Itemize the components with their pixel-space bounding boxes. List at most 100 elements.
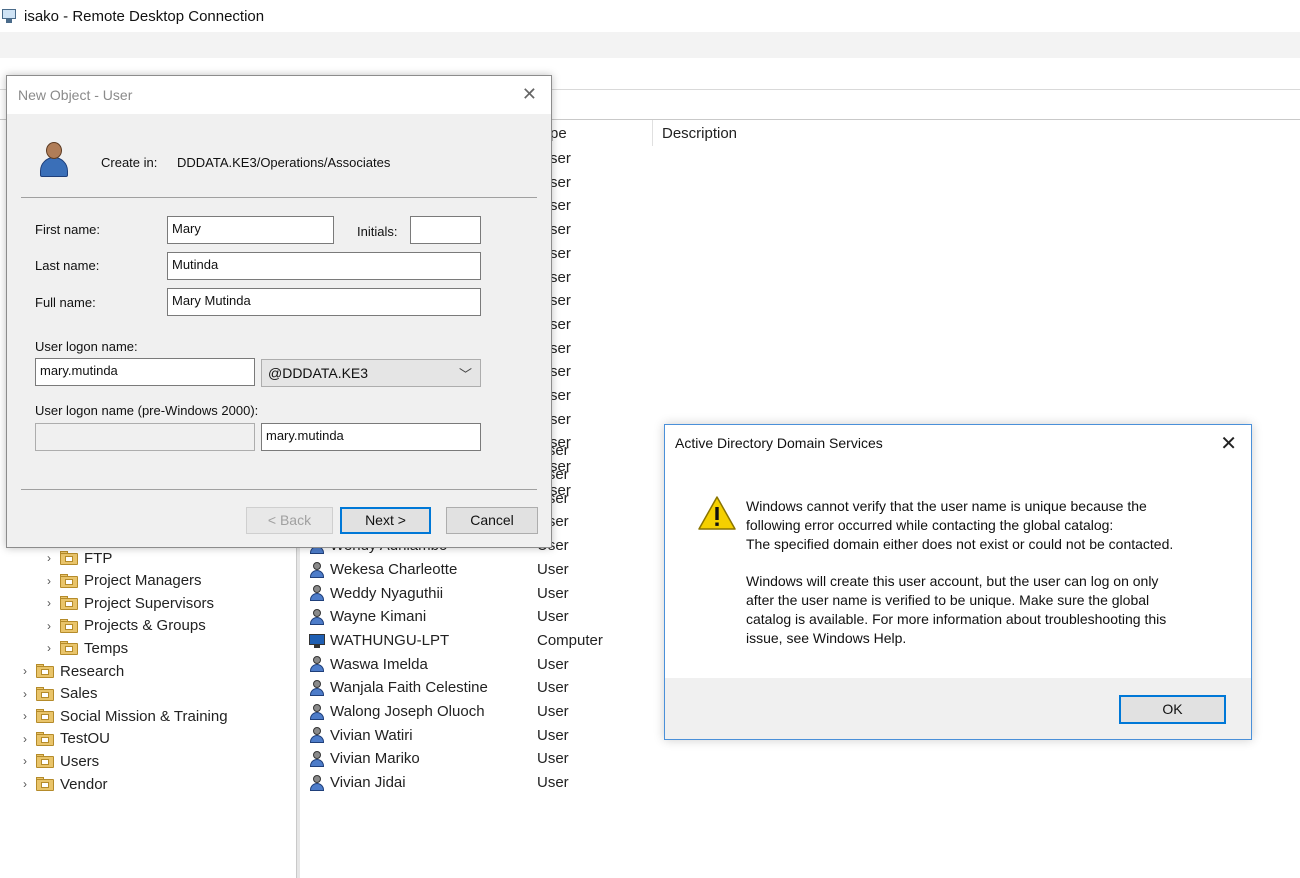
tree-item-label: Project Supervisors: [84, 594, 215, 612]
user-icon: [308, 750, 326, 768]
tree-item-label: Sales: [60, 685, 98, 703]
pre-windows-2000-label: User logon name (pre-Windows 2000):: [35, 403, 259, 418]
alert-message-line: following error occurred while contactin…: [746, 517, 1114, 533]
tree-item[interactable]: › FTP: [42, 547, 112, 569]
ou-folder-icon: [60, 618, 78, 633]
chevron-right-icon[interactable]: ›: [18, 732, 32, 746]
alert-message: Windows cannot verify that the user name…: [746, 497, 1216, 648]
remote-desktop-area: ⌄Operations›Associates›Cruise LPT›DocWiz…: [0, 32, 1300, 878]
tree-item[interactable]: › Social Mission & Training: [18, 705, 228, 727]
ou-folder-icon: [60, 596, 78, 611]
chevron-right-icon[interactable]: ›: [42, 596, 56, 610]
alert-message-line: issue, see Windows Help.: [746, 630, 907, 646]
list-cell-name: Wekesa Charleotte: [330, 560, 458, 578]
user-icon: [37, 140, 73, 180]
full-name-label: Full name:: [35, 295, 96, 310]
user-icon: [308, 561, 326, 579]
tree-item[interactable]: › Research: [18, 660, 124, 682]
list-cell-name: Vivian Jidai: [330, 774, 406, 792]
list-cell-type: User: [537, 584, 569, 602]
tree-item-label: FTP: [84, 549, 113, 567]
column-separator[interactable]: [652, 120, 653, 146]
column-header-description-label: Description: [662, 124, 738, 142]
column-header-type[interactable]: pe: [550, 120, 567, 146]
tree-item[interactable]: › Projects & Groups: [42, 615, 206, 637]
tree-item[interactable]: › Sales: [18, 683, 98, 705]
aduc-titlebar: [0, 32, 1300, 58]
cancel-button[interactable]: Cancel: [446, 507, 538, 534]
remote-desktop-icon: [0, 7, 18, 25]
list-cell-name: Walong Joseph Oluoch: [330, 703, 485, 721]
list-cell-name: Weddy Nyaguthii: [330, 584, 444, 602]
ou-folder-icon: [36, 709, 54, 724]
user-icon: [308, 703, 326, 721]
next-button[interactable]: Next >: [340, 507, 431, 534]
close-icon[interactable]: ✕: [1220, 431, 1237, 456]
chevron-down-icon: ﹀: [458, 367, 472, 382]
chevron-right-icon[interactable]: ›: [42, 619, 56, 633]
upn-suffix-dropdown[interactable]: @DDDATA.KE3 ﹀: [261, 359, 481, 387]
ou-folder-icon: [60, 641, 78, 656]
tree-item-label: Research: [60, 662, 125, 680]
first-name-label: First name:: [35, 222, 101, 237]
tree-item[interactable]: › Project Managers: [42, 570, 202, 592]
chevron-right-icon[interactable]: ›: [42, 641, 56, 655]
back-button[interactable]: < Back: [246, 507, 333, 534]
first-name-field[interactable]: Mary: [167, 216, 334, 244]
list-cell-type: User: [537, 750, 569, 768]
last-name-field[interactable]: Mutinda: [167, 252, 481, 280]
user-icon: [308, 774, 326, 792]
ou-folder-icon: [36, 777, 54, 791]
initials-field[interactable]: [410, 216, 481, 244]
list-cell-type: User: [537, 608, 569, 626]
tree-item[interactable]: › TestOU: [18, 728, 110, 750]
list-cell-type: ser: [550, 339, 571, 357]
list-cell-type: ser: [550, 221, 571, 239]
ok-button[interactable]: OK: [1119, 695, 1226, 724]
pre-windows-2000-logon-field[interactable]: mary.mutinda: [261, 423, 481, 451]
separator: [21, 489, 537, 490]
tree-item-label: Social Mission & Training: [60, 707, 228, 725]
tree-item-label: Projects & Groups: [84, 617, 206, 635]
alert-message-line: The specified domain either does not exi…: [746, 536, 1174, 552]
list-cell-type: ser: [550, 292, 571, 310]
close-icon[interactable]: ✕: [522, 84, 537, 105]
list-item[interactable]: Vivian Mariko User: [300, 747, 1000, 771]
full-name-field[interactable]: Mary Mutinda: [167, 288, 481, 316]
last-name-label: Last name:: [35, 258, 100, 273]
dialog-titlebar: New Object - User ✕: [7, 76, 551, 114]
list-cell-name: WATHUNGU-LPT: [330, 631, 450, 649]
list-item[interactable]: Vivian Jidai User: [300, 771, 1000, 795]
list-cell-type: User: [537, 655, 569, 673]
tree-item-label: Users: [60, 752, 100, 770]
chevron-right-icon[interactable]: ›: [18, 687, 32, 701]
list-cell-type: ser: [550, 363, 571, 381]
list-cell-name: Wanjala Faith Celestine: [330, 679, 488, 697]
list-cell-type: User: [537, 726, 569, 744]
pre-windows-2000-domain-field: [35, 423, 255, 451]
tree-item[interactable]: › Temps: [42, 637, 128, 659]
chevron-right-icon[interactable]: ›: [18, 754, 32, 768]
user-icon: [308, 679, 326, 697]
alert-titlebar: Active Directory Domain Services ✕: [665, 425, 1251, 461]
ou-folder-icon: [36, 731, 54, 746]
tree-item[interactable]: › Vendor: [18, 773, 108, 795]
ou-folder-icon: [60, 551, 78, 565]
chevron-right-icon[interactable]: ›: [18, 777, 32, 791]
alert-message-line: catalog is available. For more informati…: [746, 611, 1167, 627]
tree-item[interactable]: › Users: [18, 750, 99, 772]
chevron-right-icon[interactable]: ›: [18, 664, 32, 678]
tree-item[interactable]: › Project Supervisors: [42, 592, 214, 614]
chevron-right-icon[interactable]: ›: [18, 709, 32, 723]
alert-title: Active Directory Domain Services: [675, 435, 883, 451]
upn-suffix-value: @DDDATA.KE3: [268, 365, 369, 381]
user-logon-name-field[interactable]: mary.mutinda: [35, 358, 255, 386]
list-cell-type: ser: [550, 315, 571, 333]
computer-icon: [308, 632, 326, 650]
alert-message-line: Windows will create this user account, b…: [746, 573, 1159, 589]
chevron-right-icon[interactable]: ›: [42, 551, 56, 565]
column-header-description[interactable]: Description: [662, 120, 737, 146]
chevron-right-icon[interactable]: ›: [42, 574, 56, 588]
create-in-path: DDDATA.KE3/Operations/Associates: [177, 155, 391, 170]
user-icon: [308, 655, 326, 673]
